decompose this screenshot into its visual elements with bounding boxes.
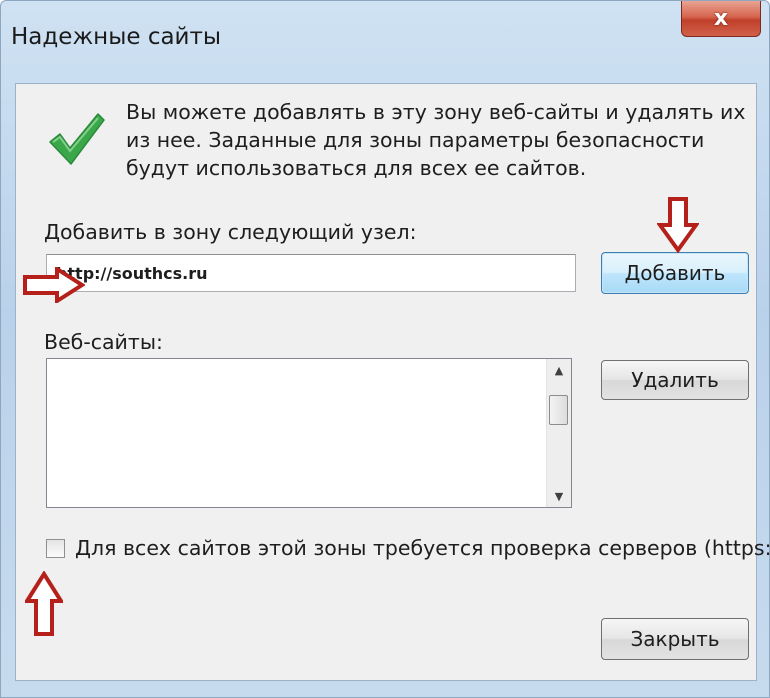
- checkmark-icon: [49, 113, 105, 165]
- dialog-content: Вы можете добавлять в эту зону веб-сайты…: [15, 83, 770, 681]
- close-icon: x: [713, 5, 729, 31]
- remove-button[interactable]: Удалить: [601, 360, 749, 400]
- add-site-label: Добавить в зону следующий узел:: [44, 220, 417, 244]
- websites-list[interactable]: ▲ ▼: [46, 358, 572, 508]
- websites-scrollbar[interactable]: ▲ ▼: [546, 359, 571, 507]
- scroll-up-arrow-icon[interactable]: ▲: [547, 359, 571, 381]
- arrow-down-icon: [657, 197, 699, 253]
- arrow-up-icon: [25, 571, 63, 636]
- close-button[interactable]: Закрыть: [601, 618, 749, 660]
- window-title: Надежные сайты: [11, 24, 222, 50]
- scroll-thumb[interactable]: [549, 395, 568, 425]
- https-checkbox[interactable]: [46, 538, 65, 558]
- add-button[interactable]: Добавить: [601, 252, 749, 294]
- window-close-button[interactable]: x: [681, 1, 761, 37]
- title-bar[interactable]: Надежные сайты x: [1, 1, 769, 83]
- trusted-sites-dialog: Надежные сайты x Вы можете добавлять в э…: [0, 0, 770, 698]
- site-url-input[interactable]: [46, 254, 576, 292]
- zone-description: Вы можете добавлять в эту зону веб-сайты…: [126, 100, 746, 180]
- scroll-down-arrow-icon[interactable]: ▼: [547, 485, 571, 507]
- https-requirement-row[interactable]: Для всех сайтов этой зоны требуется пров…: [46, 536, 770, 560]
- arrow-right-icon: [23, 267, 85, 303]
- https-checkbox-label: Для всех сайтов этой зоны требуется пров…: [75, 536, 770, 560]
- websites-label: Веб-сайты:: [44, 330, 163, 354]
